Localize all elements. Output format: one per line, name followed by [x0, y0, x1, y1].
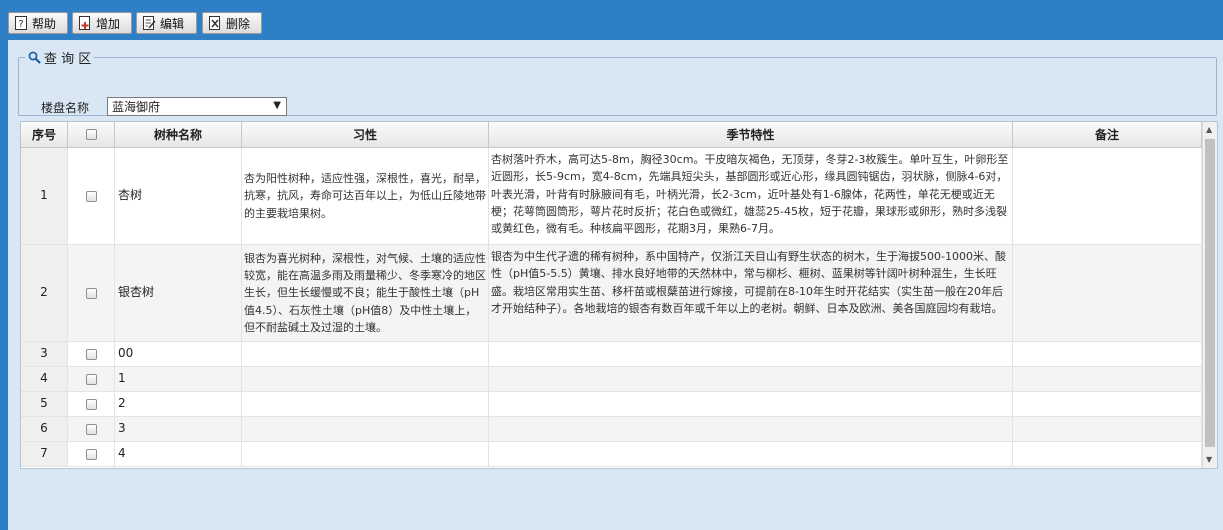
query-legend: 查 询 区	[25, 48, 94, 67]
row-checkbox[interactable]	[85, 423, 97, 435]
scroll-up-icon[interactable]: ▲	[1206, 125, 1212, 134]
habit-text: 杏为阳性树种，适应性强，深根性，喜光，耐旱，抗寒，抗风，寿命可达百年以上，为低山…	[242, 148, 489, 244]
building-name-value: 蓝海御府	[112, 100, 161, 114]
habit-text	[242, 442, 489, 466]
season-text	[489, 392, 1013, 416]
help-icon: ?	[15, 16, 27, 30]
table-row[interactable]: 2 银杏树 银杏为喜光树种，深根性，对气候、土壤的适应性较宽，能在高温多雨及雨量…	[21, 245, 1202, 342]
building-name-select[interactable]: 蓝海御府 ▼	[107, 97, 287, 116]
note-cell	[1013, 148, 1202, 244]
table-row[interactable]: 1 杏树 杏为阳性树种，适应性强，深根性，喜光，耐旱，抗寒，抗风，寿命可达百年以…	[21, 148, 1202, 245]
habit-value: 银杏为喜光树种，深根性，对气候、土壤的适应性较宽，能在高温多雨及雨量稀少、冬季寒…	[244, 251, 486, 334]
season-text	[489, 417, 1013, 441]
tree-species-grid: 序号 树种名称 习性 季节特性 备注 1 杏树 杏为阳性树种，适应性强，深根性，…	[20, 121, 1218, 469]
col-header-habit[interactable]: 习性	[242, 122, 489, 147]
svg-text:?: ?	[18, 19, 23, 30]
delete-button[interactable]: 删除	[202, 12, 262, 34]
row-index: 2	[21, 245, 68, 341]
col-header-notes[interactable]: 备注	[1013, 122, 1202, 147]
row-checkbox[interactable]	[85, 287, 97, 299]
table-row[interactable]: 5 2	[21, 392, 1202, 417]
table-row[interactable]: 6 3	[21, 417, 1202, 442]
select-all-checkbox[interactable]	[85, 129, 97, 140]
row-checkbox[interactable]	[85, 190, 97, 202]
species-name: 00	[115, 342, 242, 366]
season-text	[489, 342, 1013, 366]
help-button[interactable]: ? 帮助	[8, 12, 68, 34]
grid-header: 序号 树种名称 习性 季节特性 备注	[21, 122, 1202, 148]
col-header-seasonal-traits[interactable]: 季节特性	[489, 122, 1013, 147]
grid-body: 序号 树种名称 习性 季节特性 备注 1 杏树 杏为阳性树种，适应性强，深根性，…	[21, 122, 1202, 468]
row-checkbox[interactable]	[85, 448, 97, 460]
row-checkbox-cell[interactable]	[68, 442, 115, 466]
scroll-down-icon[interactable]: ▼	[1206, 455, 1212, 464]
row-index: 5	[21, 392, 68, 416]
species-name: 银杏树	[115, 245, 242, 341]
season-text: 杏树落叶乔木，高可达5-8m，胸径30cm。干皮暗灰褐色，无顶芽，冬芽2-3枚簇…	[489, 148, 1013, 244]
chevron-down-icon: ▼	[273, 100, 281, 111]
habit-value: 杏为阳性树种，适应性强，深根性，喜光，耐旱，抗寒，抗风，寿命可达百年以上，为低山…	[244, 172, 486, 220]
row-checkbox[interactable]	[85, 348, 97, 360]
row-index: 4	[21, 367, 68, 391]
add-label: 增加	[96, 16, 121, 31]
row-index: 6	[21, 417, 68, 441]
vertical-scrollbar[interactable]: ▲ ▼	[1202, 122, 1217, 468]
row-checkbox-cell[interactable]	[68, 392, 115, 416]
note-cell	[1013, 442, 1202, 466]
season-text: 银杏为中生代孑遗的稀有树种，系中国特产，仅浙江天目山有野生状态的树木，生于海拔5…	[489, 245, 1013, 341]
row-checkbox-cell[interactable]	[68, 367, 115, 391]
note-cell	[1013, 245, 1202, 341]
row-checkbox[interactable]	[85, 398, 97, 410]
help-label: 帮助	[32, 16, 57, 31]
col-header-species-name[interactable]: 树种名称	[115, 122, 242, 147]
row-checkbox-cell[interactable]	[68, 245, 115, 341]
species-name: 1	[115, 367, 242, 391]
add-button[interactable]: 增加	[72, 12, 132, 34]
row-index: 1	[21, 148, 68, 244]
edit-label: 编辑	[160, 16, 185, 31]
delete-label: 删除	[226, 16, 251, 31]
species-name: 3	[115, 417, 242, 441]
row-checkbox[interactable]	[85, 373, 97, 385]
note-cell	[1013, 417, 1202, 441]
season-text	[489, 367, 1013, 391]
row-index: 3	[21, 342, 68, 366]
content-panel: 查 询 区 楼盘名称 蓝海御府 ▼ 序号 树种名称 习性 季节特性 备注 1 杏…	[8, 40, 1223, 530]
col-header-select-all[interactable]	[68, 122, 115, 147]
query-area: 查 询 区 楼盘名称 蓝海御府 ▼	[18, 48, 1217, 116]
col-header-index[interactable]: 序号	[21, 122, 68, 147]
habit-text	[242, 392, 489, 416]
species-name: 杏树	[115, 148, 242, 244]
row-checkbox-cell[interactable]	[68, 417, 115, 441]
add-icon	[79, 16, 90, 30]
species-name: 4	[115, 442, 242, 466]
search-icon	[28, 51, 41, 64]
building-name-label: 楼盘名称	[41, 101, 90, 115]
row-index: 7	[21, 442, 68, 466]
edit-button[interactable]: 编辑	[136, 12, 197, 34]
edit-icon	[143, 16, 156, 30]
habit-text: 银杏为喜光树种，深根性，对气候、土壤的适应性较宽，能在高温多雨及雨量稀少、冬季寒…	[242, 245, 489, 341]
habit-text	[242, 417, 489, 441]
row-checkbox-cell[interactable]	[68, 342, 115, 366]
species-name: 2	[115, 392, 242, 416]
delete-icon	[209, 16, 220, 30]
note-cell	[1013, 367, 1202, 391]
table-row[interactable]: 4 1	[21, 367, 1202, 392]
table-row[interactable]: 3 00	[21, 342, 1202, 367]
query-legend-text: 查 询 区	[44, 52, 92, 67]
row-checkbox-cell[interactable]	[68, 148, 115, 244]
note-cell	[1013, 392, 1202, 416]
season-text	[489, 442, 1013, 466]
note-cell	[1013, 342, 1202, 366]
toolbar: ? 帮助 增加 编辑 删除	[0, 0, 1223, 40]
table-row[interactable]: 7 4	[21, 442, 1202, 467]
habit-text	[242, 342, 489, 366]
scrollbar-thumb[interactable]	[1205, 139, 1215, 447]
habit-text	[242, 367, 489, 391]
